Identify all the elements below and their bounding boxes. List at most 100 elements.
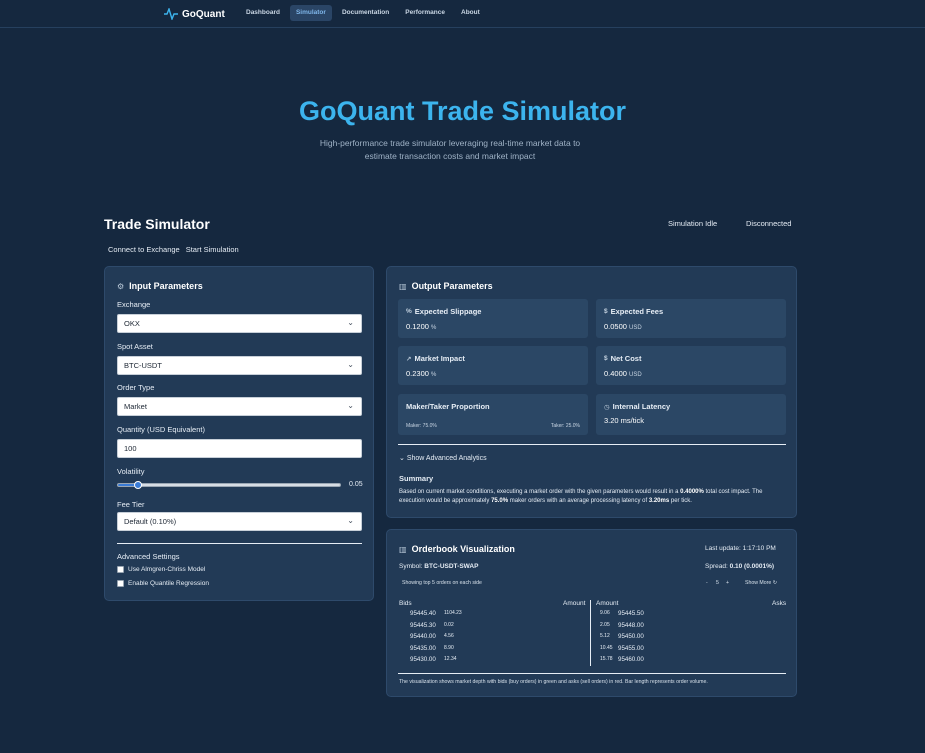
expected-slippage-unit: %	[431, 325, 437, 331]
ask-row: 9.06 95445.50	[600, 610, 644, 617]
orderbook-footnote: The visualization shows market depth wit…	[399, 679, 708, 685]
bid-price: 95440.00	[410, 633, 436, 640]
quantile-regression-checkbox[interactable]	[117, 580, 124, 587]
nav-performance[interactable]: Performance	[399, 5, 451, 21]
ask-amount: 2.05	[600, 621, 610, 628]
orderbook-panel: ▥ Orderbook Visualization Last update: 1…	[386, 529, 797, 697]
internal-latency-label: Internal Latency	[612, 402, 671, 411]
input-parameters-header: ⚙ Input Parameters	[117, 281, 203, 291]
expected-fees-card: $ Expected Fees 0.0500 USD	[596, 299, 786, 338]
bid-row: 95445.40 1104.23	[410, 610, 462, 617]
expected-slippage-value: 0.1200 %	[406, 322, 436, 331]
summary-total-cost: 0.4000%	[680, 489, 704, 495]
increase-depth-button[interactable]: +	[726, 580, 729, 586]
ask-amount: 15.78	[600, 656, 613, 662]
bid-row: 95445.30 0.02	[410, 622, 454, 629]
ask-price: 95450.00	[618, 633, 644, 640]
internal-latency-card: ◷ Internal Latency 3.20 ms/tick	[596, 394, 786, 435]
summary-latency: 3.20ms	[648, 498, 670, 504]
fee-tier-select[interactable]: Default (0.10%) ⌄	[117, 512, 362, 531]
order-type-select[interactable]: Market ⌄	[117, 397, 362, 416]
hero-subtitle-line-1: High-performance trade simulator leverag…	[319, 138, 581, 148]
expected-fees-unit: USD	[629, 325, 642, 331]
advanced-settings-label: Advanced Settings	[117, 552, 180, 561]
net-cost-number: 0.4000	[604, 369, 627, 378]
expected-fees-header: $ Expected Fees	[604, 307, 663, 316]
nav-links: Dashboard Simulator Documentation Perfor…	[240, 5, 486, 21]
bid-price: 95430.00	[410, 656, 436, 663]
inputs-divider	[117, 543, 362, 544]
ask-row: 10.45 95455.00	[600, 645, 644, 652]
ask-price: 95445.50	[618, 610, 644, 617]
chevron-down-icon: ⌄	[347, 318, 354, 327]
expected-slippage-number: 0.1200	[406, 322, 429, 331]
ask-row: 2.05 95448.00	[600, 622, 644, 629]
brand-name: GoQuant	[182, 8, 225, 20]
simulation-status: Simulation Idle	[668, 219, 718, 228]
almgren-chriss-option[interactable]: Use Almgren-Chriss Model	[117, 566, 205, 573]
symbol-label: Symbol:	[399, 563, 423, 570]
summary-maker-share: 75.0%	[491, 498, 509, 504]
almgren-chriss-checkbox[interactable]	[117, 566, 124, 573]
input-parameters-panel: ⚙ Input Parameters Exchange OKX ⌄ Spot A…	[104, 266, 374, 601]
volatility-value: 0.05	[349, 481, 363, 488]
spot-asset-label: Spot Asset	[117, 342, 153, 351]
ask-row: 5.12 95450.00	[600, 633, 644, 640]
asks-header: Asks	[772, 600, 787, 607]
input-parameters-title: Input Parameters	[129, 281, 203, 291]
exchange-select[interactable]: OKX ⌄	[117, 314, 362, 333]
spot-asset-value: BTC-USDT	[124, 361, 162, 370]
nav-dashboard[interactable]: Dashboard	[240, 5, 286, 21]
expected-fees-number: 0.0500	[604, 322, 627, 331]
start-simulation-button[interactable]: Start Simulation	[186, 245, 239, 254]
output-parameters-title: Output Parameters	[411, 281, 493, 291]
last-update: Last update: 1:17:10 PM	[705, 545, 776, 552]
market-impact-unit: %	[431, 372, 437, 378]
summary-text: Based on current market conditions, exec…	[399, 488, 789, 506]
dollar-icon: $	[604, 355, 608, 362]
quantile-regression-option[interactable]: Enable Quantile Regression	[117, 580, 209, 587]
market-impact-card: ↗ Market Impact 0.2300 %	[398, 346, 588, 385]
nav-simulator[interactable]: Simulator	[289, 5, 332, 21]
brand-logo[interactable]: GoQuant	[164, 6, 225, 22]
dollar-icon: $	[604, 308, 608, 315]
hero-subtitle-line-2: estimate transaction costs and market im…	[364, 151, 536, 161]
spot-asset-select[interactable]: BTC-USDT ⌄	[117, 356, 362, 375]
symbol-info: Symbol: BTC-USDT-SWAP	[399, 563, 478, 570]
top-nav: GoQuant Dashboard Simulator Documentatio…	[0, 0, 925, 28]
hero-title: GoQuant Trade Simulator	[298, 96, 627, 126]
spread-value: 0.10 (0.0001%)	[729, 563, 775, 570]
depth-count: 5	[716, 580, 719, 586]
ask-amount: 5.12	[600, 633, 610, 639]
bid-price: 95445.40	[410, 610, 436, 617]
expected-fees-value: 0.0500 USD	[604, 322, 642, 331]
spread-info: Spread: 0.10 (0.0001%)	[705, 563, 774, 570]
hero-subtitle: High-performance trade simulator leverag…	[300, 137, 600, 163]
show-advanced-analytics-toggle[interactable]: ⌄ Show Advanced Analytics	[399, 454, 487, 462]
decrease-depth-button[interactable]: -	[706, 580, 708, 586]
volatility-slider[interactable]	[117, 481, 341, 489]
volatility-slider-thumb[interactable]	[133, 481, 142, 489]
bid-amount: 0.02	[444, 621, 454, 628]
bid-row: 95430.00 12.34	[410, 656, 457, 663]
expected-slippage-card: % Expected Slippage 0.1200 %	[398, 299, 588, 338]
pulse-icon	[164, 8, 178, 20]
output-parameters-panel: ▥ Output Parameters % Expected Slippage …	[386, 266, 797, 518]
chevron-down-icon: ⌄	[399, 455, 405, 462]
nav-documentation[interactable]: Documentation	[336, 5, 395, 21]
ask-price: 95448.00	[618, 621, 644, 629]
net-cost-unit: USD	[629, 372, 642, 378]
bid-price: 95445.30	[410, 621, 436, 629]
quantity-input[interactable]: 100	[117, 439, 362, 458]
market-impact-header: ↗ Market Impact	[406, 354, 465, 363]
bid-price: 95435.00	[410, 644, 436, 652]
show-more-button[interactable]: Show More ↻	[745, 580, 777, 586]
exchange-label: Exchange	[117, 300, 151, 309]
market-impact-value: 0.2300 %	[406, 369, 436, 378]
refresh-icon: ↻	[772, 580, 778, 586]
connect-button[interactable]: Connect to Exchange	[108, 245, 180, 254]
volatility-label: Volatility	[117, 467, 145, 476]
quantity-label: Quantity (USD Equivalent)	[117, 425, 205, 434]
nav-about[interactable]: About	[455, 5, 486, 21]
summary-title: Summary	[399, 474, 434, 483]
